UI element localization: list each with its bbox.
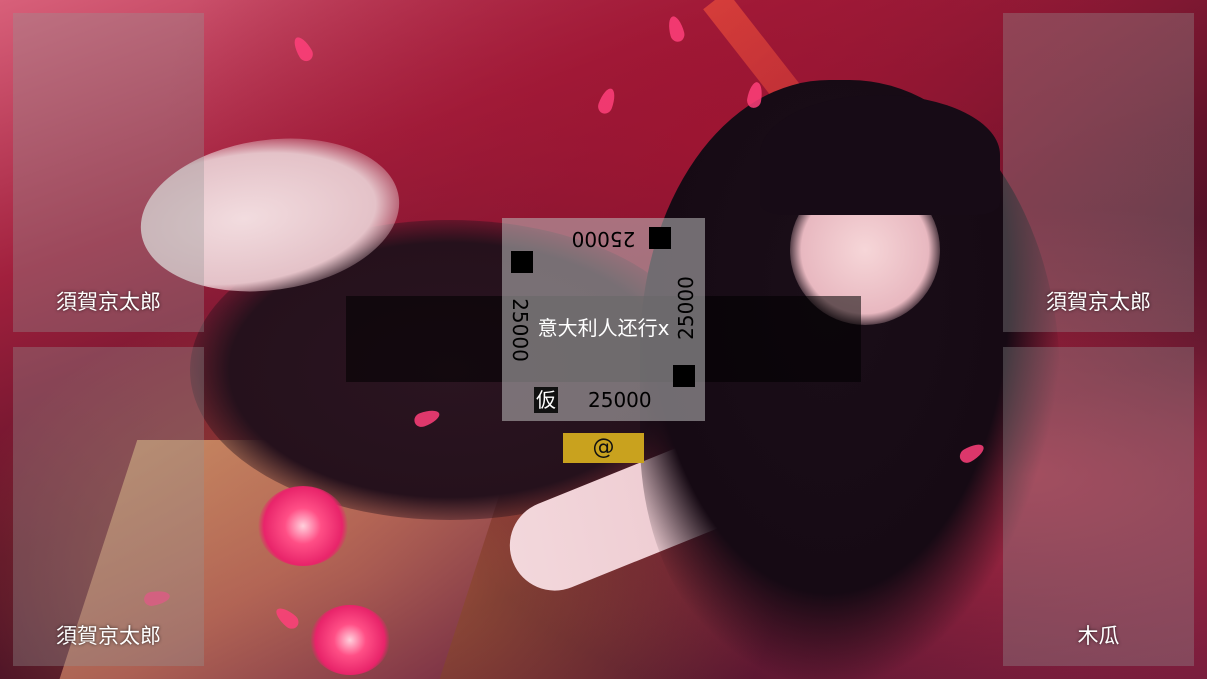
player-name: 木瓜: [1077, 624, 1120, 648]
score-top: 25000: [571, 227, 636, 251]
score-bottom: 25000: [588, 388, 652, 412]
player-name: 須賀京太郎: [1046, 290, 1151, 314]
background-petal: [412, 406, 442, 430]
background-petal: [595, 86, 619, 116]
round-info-text: 意大利人还行x: [537, 316, 670, 340]
player-panel-top-right: 須賀京太郎: [1003, 13, 1194, 332]
seat-marker-icon: [649, 227, 671, 249]
background-petal: [290, 34, 316, 64]
background-character-fringe: [760, 95, 1000, 215]
player-name: 須賀京太郎: [56, 290, 161, 314]
player-panel-bottom-right: 木瓜: [1003, 347, 1194, 666]
player-panel-bottom-left: 須賀京太郎: [13, 347, 204, 666]
background-petal: [272, 604, 302, 632]
seat-marker-icon: [511, 251, 533, 273]
background-flower: [310, 605, 390, 675]
game-table-screen: 須賀京太郎 須賀京太郎 須賀京太郎 木瓜 25000 25000 25000 2…: [0, 0, 1207, 679]
background-light-beam: [703, 0, 986, 341]
score-right: 25000: [674, 276, 698, 340]
background-petal: [665, 14, 687, 44]
action-button[interactable]: @: [563, 433, 644, 463]
player-panel-top-left: 須賀京太郎: [13, 13, 204, 332]
background-petal: [745, 80, 765, 110]
seat-marker-icon: [673, 365, 695, 387]
background-petal: [957, 440, 987, 466]
dealer-label: 仮: [534, 387, 558, 413]
player-name: 須賀京太郎: [56, 624, 161, 648]
background-flower: [258, 486, 348, 566]
